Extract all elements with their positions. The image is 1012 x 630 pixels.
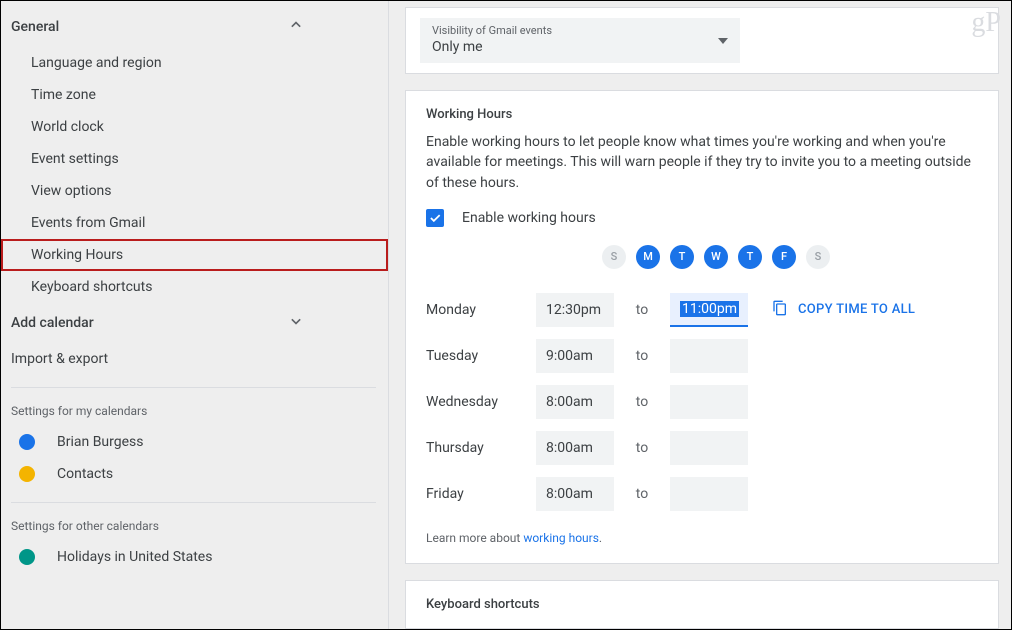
keyboard-shortcuts-card: Keyboard shortcuts	[405, 580, 999, 629]
chevron-up-icon	[286, 15, 306, 39]
end-time-input[interactable]	[670, 477, 748, 511]
calendar-row-brian[interactable]: Brian Burgess	[1, 426, 388, 458]
day-chip-tue[interactable]: T	[670, 245, 694, 269]
visibility-select[interactable]: Visibility of Gmail events Only me	[420, 18, 740, 63]
copy-icon	[772, 300, 788, 320]
end-time-input[interactable]: 11:00pm	[670, 293, 748, 327]
enable-working-hours-checkbox[interactable]	[426, 209, 444, 227]
schedule-day-label: Tuesday	[426, 348, 536, 364]
to-label: to	[614, 486, 670, 502]
nav-add-calendar[interactable]: Add calendar	[1, 303, 388, 343]
section-title-keyboard-shortcuts: Keyboard shortcuts	[406, 581, 998, 628]
calendar-name: Contacts	[57, 466, 113, 482]
day-chip-wed[interactable]: W	[704, 245, 728, 269]
to-label: to	[614, 440, 670, 456]
nav-general-section: General Language and region Time zone Wo…	[1, 7, 388, 303]
calendar-row-contacts[interactable]: Contacts	[1, 458, 388, 490]
end-time-input[interactable]	[670, 431, 748, 465]
nav-item-label: Events from Gmail	[31, 215, 145, 231]
nav-item-time-zone[interactable]: Time zone	[1, 79, 388, 111]
settings-sidebar: General Language and region Time zone Wo…	[1, 1, 389, 629]
divider	[11, 387, 376, 388]
my-calendars-header: Settings for my calendars	[1, 398, 388, 426]
end-time-input[interactable]	[670, 339, 748, 373]
visibility-select-value: Only me	[432, 39, 552, 55]
learn-more-prefix: Learn more about	[426, 531, 523, 545]
nav-add-calendar-label: Add calendar	[11, 315, 94, 331]
schedule-day-label: Wednesday	[426, 394, 536, 410]
copy-time-to-all-button[interactable]: COPY TIME TO ALL	[772, 300, 915, 320]
calendar-color-dot	[19, 434, 35, 450]
main-panel: gP Visibility of Gmail events Only me Wo…	[389, 1, 1011, 629]
schedule-row-tuesday: Tuesday 9:00am to	[406, 333, 998, 379]
nav-item-language-region[interactable]: Language and region	[1, 47, 388, 79]
schedule-day-label: Thursday	[426, 440, 536, 456]
nav-item-label: Language and region	[31, 55, 162, 71]
calendar-name: Holidays in United States	[57, 549, 212, 565]
day-chip-sat[interactable]: S	[806, 245, 830, 269]
nav-item-view-options[interactable]: View options	[1, 175, 388, 207]
end-time-value: 11:00pm	[680, 301, 739, 317]
calendar-color-dot	[19, 549, 35, 565]
start-time-input[interactable]: 9:00am	[536, 339, 614, 373]
to-label: to	[614, 302, 670, 318]
end-time-input[interactable]	[670, 385, 748, 419]
visibility-select-label: Visibility of Gmail events	[432, 24, 552, 37]
nav-item-world-clock[interactable]: World clock	[1, 111, 388, 143]
day-chip-sun[interactable]: S	[602, 245, 626, 269]
calendar-name: Brian Burgess	[57, 434, 143, 450]
day-selector: S M T W T F S	[406, 245, 906, 287]
visibility-select-text: Visibility of Gmail events Only me	[432, 24, 552, 55]
section-title-working-hours: Working Hours	[406, 91, 998, 132]
nav-item-working-hours[interactable]: Working Hours	[1, 239, 388, 271]
schedule-day-label: Monday	[426, 302, 536, 318]
enable-working-hours-row: Enable working hours	[406, 209, 998, 245]
schedule-row-thursday: Thursday 8:00am to	[406, 425, 998, 471]
day-chip-thu[interactable]: T	[738, 245, 762, 269]
calendar-row-holidays[interactable]: Holidays in United States	[1, 541, 388, 573]
start-time-input[interactable]: 12:30pm	[536, 293, 614, 327]
learn-more-suffix: .	[599, 531, 602, 545]
nav-general-header[interactable]: General	[1, 7, 388, 47]
nav-item-label: Working Hours	[31, 247, 123, 263]
nav-item-label: Keyboard shortcuts	[31, 279, 152, 295]
schedule-row-wednesday: Wednesday 8:00am to	[406, 379, 998, 425]
watermark: gP	[971, 7, 1001, 39]
app-root: General Language and region Time zone Wo…	[1, 1, 1011, 629]
nav-item-label: Time zone	[31, 87, 96, 103]
learn-more-line: Learn more about working hours.	[406, 517, 998, 563]
nav-item-keyboard-shortcuts[interactable]: Keyboard shortcuts	[1, 271, 388, 303]
nav-item-event-settings[interactable]: Event settings	[1, 143, 388, 175]
nav-import-export-label: Import & export	[11, 351, 108, 367]
caret-down-icon	[718, 32, 728, 48]
start-time-input[interactable]: 8:00am	[536, 385, 614, 419]
learn-more-link[interactable]: working hours	[523, 531, 599, 545]
calendar-color-dot	[19, 466, 35, 482]
schedule-row-friday: Friday 8:00am to	[406, 471, 998, 517]
chevron-down-icon	[286, 311, 306, 335]
nav-item-events-from-gmail[interactable]: Events from Gmail	[1, 207, 388, 239]
day-chip-fri[interactable]: F	[772, 245, 796, 269]
start-time-input[interactable]: 8:00am	[536, 431, 614, 465]
divider	[11, 502, 376, 503]
other-calendars-header: Settings for other calendars	[1, 513, 388, 541]
start-time-input[interactable]: 8:00am	[536, 477, 614, 511]
enable-working-hours-label: Enable working hours	[462, 210, 596, 226]
to-label: to	[614, 394, 670, 410]
nav-import-export[interactable]: Import & export	[1, 343, 388, 375]
schedule-row-monday: Monday 12:30pm to 11:00pm COPY TIME TO A…	[406, 287, 998, 333]
copy-time-label: COPY TIME TO ALL	[798, 302, 915, 317]
nav-general-label: General	[11, 19, 59, 35]
schedule-day-label: Friday	[426, 486, 536, 502]
section-description: Enable working hours to let people know …	[406, 132, 998, 209]
nav-item-label: View options	[31, 183, 112, 199]
nav-item-label: Event settings	[31, 151, 119, 167]
day-chip-mon[interactable]: M	[636, 245, 660, 269]
to-label: to	[614, 348, 670, 364]
visibility-card: Visibility of Gmail events Only me	[405, 7, 999, 74]
nav-item-label: World clock	[31, 119, 104, 135]
working-hours-card: Working Hours Enable working hours to le…	[405, 90, 999, 564]
